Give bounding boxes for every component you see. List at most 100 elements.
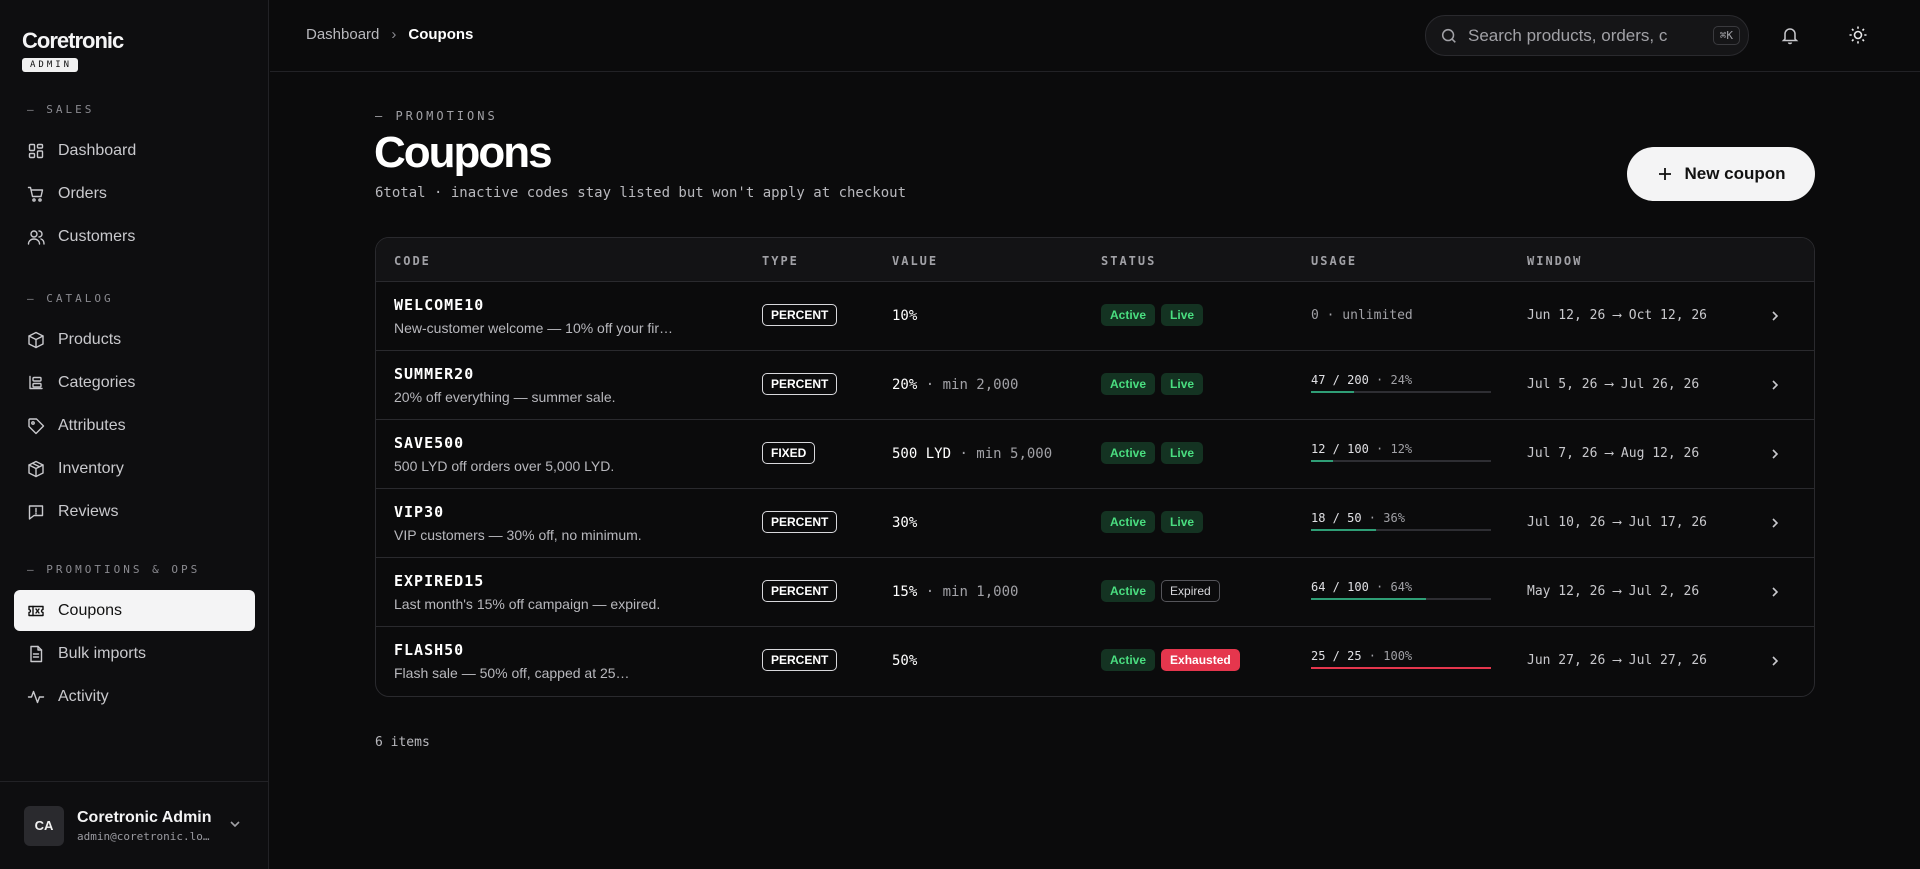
usage-text: 25 / 25 · 100% (1311, 649, 1413, 663)
type-badge: PERCENT (762, 304, 838, 326)
topbar: Dashboard › Coupons ⌘K (270, 0, 1920, 72)
sidebar-item-activity[interactable]: Activity (14, 676, 255, 717)
chevron-right-icon[interactable] (1768, 447, 1782, 461)
sidebar-item-label: Bulk imports (58, 644, 147, 662)
ticket-icon (27, 602, 45, 620)
header-type[interactable]: TYPE (762, 254, 799, 268)
usage-progress-bar (1311, 529, 1491, 531)
header-window[interactable]: WINDOW (1527, 254, 1582, 268)
value-minimum: · min 2,000 (917, 377, 1019, 393)
nav-section: — CATALOG Products Categories Attributes Inv… (0, 292, 269, 534)
brand-badge: ADMIN (22, 58, 79, 72)
header-status[interactable]: STATUS (1101, 254, 1156, 268)
header-value[interactable]: VALUE (892, 254, 938, 268)
status-cell: Active Expired (1101, 580, 1220, 602)
value-minimum: · min 5,000 (951, 446, 1053, 462)
page-subtitle: 6total · inactive codes stay listed but … (375, 185, 907, 201)
sidebar-item-reviews[interactable]: Reviews (14, 491, 255, 532)
users-icon (27, 228, 45, 246)
coupon-window: May 12, 26 ⟶ Jul 2, 26 (1527, 584, 1700, 599)
table-row[interactable]: VIP30 VIP customers — 30% off, no minimum… (376, 489, 1814, 558)
status-cell: Active Live (1101, 442, 1204, 464)
avatar: CA (24, 805, 64, 846)
type-badge: PERCENT (762, 649, 838, 671)
coupon-window: Jul 5, 26 ⟶ Jul 26, 26 (1527, 377, 1700, 392)
sidebar-item-coupons[interactable]: Coupons (14, 590, 255, 631)
user-name: Coretronic Admin (77, 808, 212, 826)
coupons-table: CODE TYPE VALUE STATUS USAGE WINDOW WELC… (375, 237, 1815, 697)
breadcrumb-dashboard[interactable]: Dashboard (306, 26, 379, 43)
table-row[interactable]: SAVE500 500 LYD off orders over 5,000 LYD… (376, 420, 1814, 489)
coupon-value: 20% · min 2,000 (892, 377, 1018, 393)
coupon-description: 500 LYD off orders over 5,000 LYD. (394, 458, 615, 474)
chevron-right-icon[interactable] (1768, 654, 1782, 668)
chevron-right-icon[interactable] (1768, 516, 1782, 530)
table-row[interactable]: EXPIRED15 Last month's 15% off campaign —… (376, 558, 1814, 627)
sidebar-item-label: Coupons (58, 601, 123, 619)
coupon-description: VIP customers — 30% off, no minimum. (394, 527, 642, 543)
new-coupon-button[interactable]: New coupon (1627, 147, 1815, 201)
status-badge: Active (1101, 304, 1156, 326)
nav-heading: — CATALOG (27, 292, 114, 305)
status-cell: Active Live (1101, 304, 1204, 326)
plus-icon (1659, 168, 1672, 180)
box-icon (27, 331, 45, 349)
usage-cell: 25 / 25 · 100% (1311, 649, 1491, 669)
chevron-right-icon[interactable] (1768, 378, 1782, 392)
breadcrumb: Dashboard › Coupons (306, 26, 473, 43)
coupon-description: 20% off everything — summer sale. (394, 389, 616, 405)
header-usage[interactable]: USAGE (1311, 254, 1357, 268)
status-badge: Active (1101, 373, 1156, 395)
coupon-code: FLASH50 (394, 641, 465, 659)
sidebar-item-customers[interactable]: Customers (14, 216, 255, 257)
coupon-description: Flash sale — 50% off, capped at 25… (394, 665, 630, 681)
status-cell: Active Live (1101, 373, 1204, 395)
bell-icon[interactable] (1780, 25, 1800, 45)
usage-progress-bar (1311, 391, 1491, 393)
table-row[interactable]: FLASH50 Flash sale — 50% off, capped at 2… (376, 627, 1814, 696)
usage-cell: 12 / 100 · 12% (1311, 442, 1491, 462)
sidebar-item-categories[interactable]: Categories (14, 362, 255, 403)
chevron-right-icon[interactable] (1768, 309, 1782, 323)
status-cell: Active Live (1101, 511, 1204, 533)
type-badge: FIXED (762, 442, 816, 464)
sidebar-item-attributes[interactable]: Attributes (14, 405, 255, 446)
table-row[interactable]: SUMMER20 20% off everything — summer sale… (376, 351, 1814, 420)
type-badge: PERCENT (762, 511, 838, 533)
chevron-right-icon[interactable] (1768, 585, 1782, 599)
usage-text: 64 / 100 · 64% (1311, 580, 1413, 594)
sidebar-item-bulk-imports[interactable]: Bulk imports (14, 633, 255, 674)
coupon-value: 50% (892, 653, 917, 669)
nav-section: — PROMOTIONS & OPS Coupons Bulk imports Act… (0, 563, 269, 719)
sidebar-item-orders[interactable]: Orders (14, 173, 255, 214)
brand-name: Coretronic (22, 28, 124, 53)
value-amount: 20% (892, 377, 918, 393)
new-coupon-label: New coupon (1684, 164, 1786, 183)
state-badge: Live (1161, 511, 1204, 533)
activity-icon (27, 688, 45, 706)
state-badge: Exhausted (1161, 649, 1240, 671)
value-amount: 50% (892, 653, 918, 669)
brand[interactable]: Coretronic ADMIN (22, 28, 124, 72)
state-badge: Live (1161, 304, 1204, 326)
usage-progress-fill (1311, 598, 1427, 600)
chevron-down-icon[interactable] (227, 816, 243, 832)
search-box[interactable]: ⌘K (1425, 15, 1749, 56)
review-icon (27, 503, 45, 521)
status-badge: Active (1101, 442, 1156, 464)
usage-progress-fill (1311, 667, 1491, 669)
sidebar-item-dashboard[interactable]: Dashboard (14, 130, 255, 171)
search-input[interactable] (1468, 25, 1668, 46)
status-badge: Active (1101, 649, 1156, 671)
theme-toggle-icon[interactable] (1848, 25, 1868, 45)
usage-text: 47 / 200 · 24% (1311, 373, 1413, 387)
categories-icon (27, 374, 45, 392)
header-code[interactable]: CODE (394, 254, 431, 268)
sidebar-item-inventory[interactable]: Inventory (14, 448, 255, 489)
nav-heading: — PROMOTIONS & OPS (27, 563, 201, 576)
state-badge: Live (1161, 442, 1204, 464)
sidebar-item-products[interactable]: Products (14, 319, 255, 360)
user-menu[interactable]: CA Coretronic Admin admin@coretronic.lo… (0, 781, 269, 869)
table-row[interactable]: WELCOME10 New-customer welcome — 10% off … (376, 282, 1814, 351)
usage-text: 12 / 100 · 12% (1311, 442, 1413, 456)
